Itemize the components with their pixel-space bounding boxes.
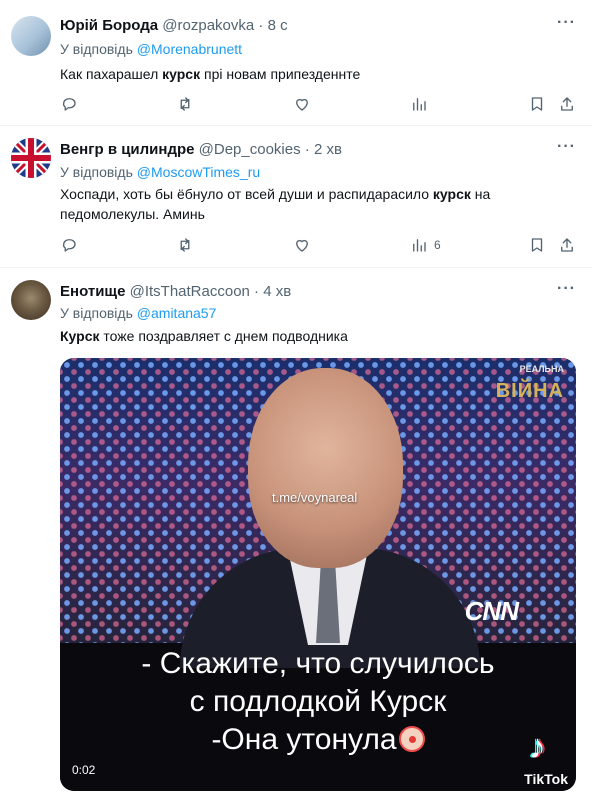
views-count: 6 bbox=[434, 238, 441, 252]
tiktok-logo-icon: ♪ bbox=[529, 728, 546, 766]
tweet[interactable]: Юрій Борода @rozpakovka · 8 с ··· У відп… bbox=[0, 0, 592, 126]
tweet-header: Юрій Борода @rozpakovka · 8 с bbox=[60, 17, 288, 35]
tweet-time[interactable]: · 8 с bbox=[258, 17, 287, 34]
share-icon bbox=[561, 238, 573, 252]
reply-prefix: У відповідь bbox=[60, 305, 133, 321]
video-watermark: t.me/voynareal bbox=[272, 490, 358, 505]
reply-to-link[interactable]: @amitana57 bbox=[137, 305, 217, 321]
author-name[interactable]: Юрій Борода bbox=[60, 17, 158, 34]
reply-to-link[interactable]: @MoscowTimes_ru bbox=[137, 164, 260, 180]
reply-to-link[interactable]: @Morenabrunett bbox=[137, 41, 242, 57]
like-icon bbox=[296, 239, 308, 252]
tweet-text-bold: курск bbox=[162, 66, 201, 82]
tweet-text-bold: курск bbox=[432, 186, 471, 202]
like-icon bbox=[296, 98, 308, 111]
tweet-text: Хоспади, хоть бы ёбнуло от всей души и р… bbox=[60, 184, 580, 224]
reply-button[interactable] bbox=[60, 235, 78, 255]
uk-flag-icon bbox=[11, 138, 51, 178]
reply-context: У відповідь @Morenabrunett bbox=[60, 40, 242, 58]
tiktok-label: TikTok bbox=[524, 771, 568, 787]
avatar[interactable] bbox=[11, 280, 51, 320]
action-bar: 6 bbox=[60, 235, 580, 255]
more-dots-icon[interactable]: ··· bbox=[557, 280, 576, 298]
tweet-text-bold: Курск bbox=[60, 328, 100, 344]
share-icon bbox=[561, 97, 573, 111]
subtitle-line: с подлодкой Курск bbox=[189, 685, 447, 718]
tweet[interactable]: Венгр в цилиндре @Dep_cookies · 2 хв ···… bbox=[0, 126, 592, 268]
views-button[interactable]: 6 bbox=[410, 235, 441, 255]
video-subtitles: - Скажите, что случилось с подлодкой Кур… bbox=[60, 645, 576, 759]
reply-prefix: У відповідь bbox=[60, 164, 133, 180]
bookmark-icon bbox=[531, 238, 543, 252]
retweet-button[interactable] bbox=[176, 235, 194, 255]
tweet-text-part: прі новам припезденнте bbox=[200, 66, 361, 82]
tweet[interactable]: Енотище @ItsThatRaccoon · 4 хв ··· У від… bbox=[0, 268, 592, 812]
reply-context: У відповідь @amitana57 bbox=[60, 304, 216, 322]
tweet-time[interactable]: · 2 хв bbox=[305, 141, 342, 158]
more-dots-icon[interactable]: ··· bbox=[557, 14, 576, 32]
channel-brand: ВІЙНА bbox=[495, 380, 564, 402]
views-icon bbox=[413, 98, 426, 111]
like-button[interactable] bbox=[293, 235, 311, 255]
tweet-text: Как пахарашел курск прі новам припезденн… bbox=[60, 64, 580, 84]
tweet-header: Енотище @ItsThatRaccoon · 4 хв bbox=[60, 283, 291, 301]
author-handle[interactable]: @Dep_cookies bbox=[199, 141, 301, 158]
retweet-icon bbox=[180, 238, 190, 252]
author-name[interactable]: Енотище bbox=[60, 283, 125, 300]
tweet-text-part: Как пахарашел bbox=[60, 66, 163, 82]
channel-brand-small: РЕАЛЬНА bbox=[519, 364, 564, 374]
retweet-button[interactable] bbox=[176, 94, 194, 114]
share-button[interactable] bbox=[558, 94, 576, 114]
video-timestamp: 0:02 bbox=[72, 763, 96, 777]
share-button[interactable] bbox=[558, 235, 576, 255]
author-name[interactable]: Венгр в цилиндре bbox=[60, 141, 194, 158]
subtitle-line: -Она утонула bbox=[211, 723, 397, 756]
avatar[interactable] bbox=[11, 16, 51, 56]
avatar[interactable] bbox=[11, 138, 51, 178]
clown-face-emoji bbox=[398, 726, 425, 752]
subtitle-line: - Скажите, что случилось bbox=[141, 647, 495, 680]
bookmark-button[interactable] bbox=[528, 235, 546, 255]
tweet-text: Курск тоже поздравляет с днем подводника bbox=[60, 326, 580, 346]
bookmark-icon bbox=[531, 97, 543, 111]
tweet-text-part: тоже поздравляет с днем подводника bbox=[99, 328, 348, 344]
tweet-time[interactable]: · 4 хв bbox=[254, 283, 291, 300]
tweet-header: Венгр в цилиндре @Dep_cookies · 2 хв bbox=[60, 141, 342, 159]
like-button[interactable] bbox=[293, 94, 311, 114]
reply-context: У відповідь @MoscowTimes_ru bbox=[60, 163, 260, 181]
reply-icon bbox=[62, 239, 76, 252]
action-bar bbox=[60, 94, 580, 114]
views-button[interactable] bbox=[410, 94, 434, 114]
speaker-head bbox=[248, 368, 403, 568]
reply-icon bbox=[62, 98, 76, 111]
reply-button[interactable] bbox=[60, 94, 78, 114]
retweet-icon bbox=[180, 97, 190, 111]
network-logo: CNN bbox=[464, 596, 519, 626]
bookmark-button[interactable] bbox=[528, 94, 546, 114]
tweet-text-part: Хоспади, хоть бы ёбнуло от всей души и р… bbox=[60, 186, 433, 202]
reply-prefix: У відповідь bbox=[60, 41, 133, 57]
views-icon bbox=[413, 239, 426, 252]
more-dots-icon[interactable]: ··· bbox=[557, 138, 576, 156]
author-handle[interactable]: @rozpakovka bbox=[162, 17, 254, 34]
author-handle[interactable]: @ItsThatRaccoon bbox=[130, 283, 250, 300]
video-player[interactable]: t.me/voynareal РЕАЛЬНА ВІЙНА CNN - Скажи… bbox=[60, 358, 576, 791]
